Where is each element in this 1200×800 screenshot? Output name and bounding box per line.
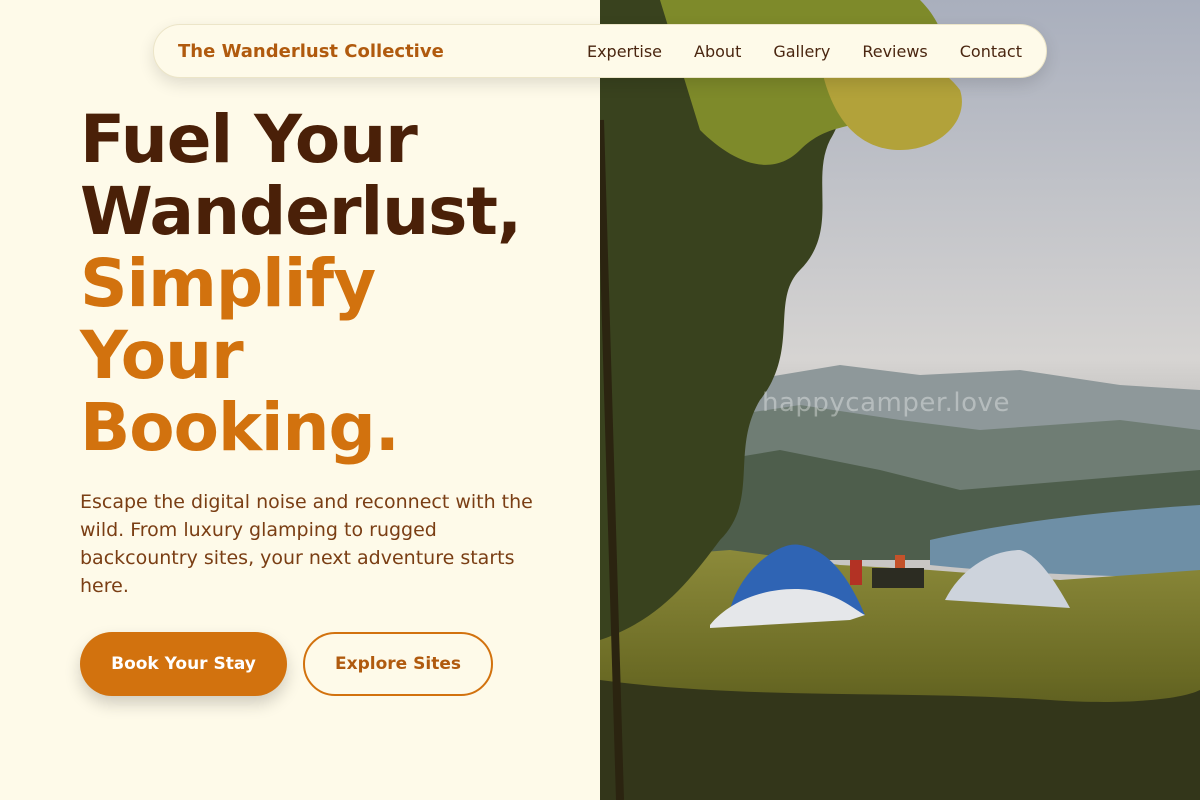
hero-title: Fuel Your Wanderlust, Simplify Your Book… — [80, 104, 590, 464]
hero-title-line-1: Fuel Your — [80, 101, 418, 178]
hero-photo: happycamper.love — [600, 0, 1200, 800]
nav-link-contact[interactable]: Contact — [960, 42, 1022, 61]
book-your-stay-button[interactable]: Book Your Stay — [80, 632, 287, 696]
hero-title-accent-line-2: Your — [80, 317, 244, 394]
hero-description: Escape the digital noise and reconnect w… — [80, 491, 533, 597]
nav-link-about[interactable]: About — [694, 42, 741, 61]
hero-title-line-2: Wanderlust, — [80, 173, 522, 250]
hero-title-accent-line-1: Simplify — [80, 245, 376, 322]
nav-links: Expertise About Gallery Reviews Contact — [587, 42, 1022, 61]
hero-title-accent-line-3: Booking. — [80, 389, 400, 466]
nav-link-reviews[interactable]: Reviews — [862, 42, 927, 61]
top-navbar: The Wanderlust Collective Expertise Abou… — [153, 24, 1047, 78]
brand-logo[interactable]: The Wanderlust Collective — [178, 41, 444, 62]
photo-watermark: happycamper.love — [762, 388, 1010, 418]
nav-link-gallery[interactable]: Gallery — [773, 42, 830, 61]
explore-sites-button[interactable]: Explore Sites — [303, 632, 493, 696]
nav-link-expertise[interactable]: Expertise — [587, 42, 662, 61]
